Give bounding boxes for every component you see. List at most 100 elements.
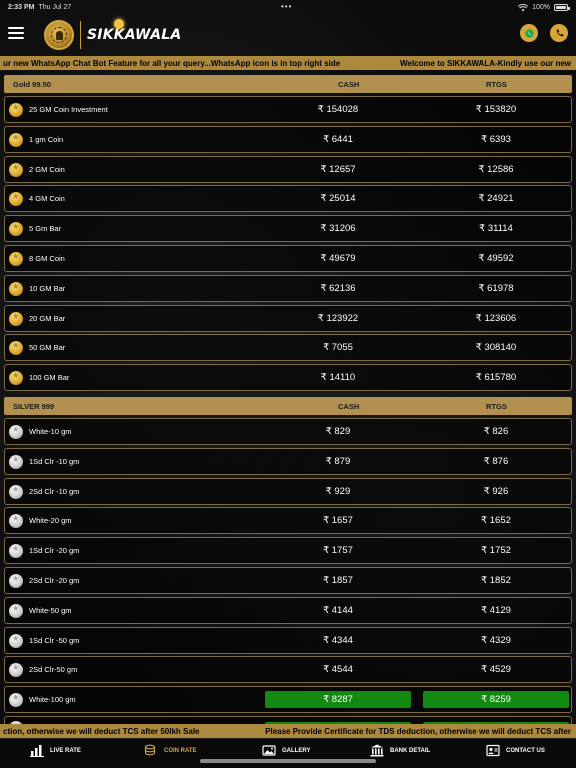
phone-icon[interactable]: [550, 24, 568, 42]
tab-coin-rate[interactable]: COIN RATE: [144, 744, 197, 757]
cash-price: ₹ 123922: [317, 312, 359, 324]
rate-list-item[interactable]: White-10 gm ₹ 829 ₹ 826: [4, 418, 572, 445]
cash-price: ₹ 25014: [320, 193, 356, 205]
item-name: 1Sd Clr -10 gm: [29, 456, 80, 466]
rate-list-item[interactable]: 100 GM Bar ₹ 14110 ₹ 615780: [4, 364, 572, 392]
item-name: 10 GM Bar: [29, 283, 66, 293]
cash-price: ₹ 8287: [265, 691, 411, 709]
tab-gallery-label: GALLERY: [282, 747, 311, 754]
tab-contact-us[interactable]: CONTACT US: [486, 744, 545, 757]
item-name: 1Sd Clr -50 gm: [29, 635, 80, 645]
gold-section-header: Gold 99.50 CASH RTGS: [4, 75, 572, 93]
cash-price: ₹ 929: [325, 485, 351, 497]
cash-price: ₹ 829: [325, 426, 351, 437]
gold-coin-icon: [9, 132, 23, 147]
rate-list-item[interactable]: White-50 gm ₹ 4144 ₹ 4129: [4, 596, 572, 624]
item-name: 1 gm Coin: [29, 134, 64, 144]
multitask-dots-icon: •••: [281, 2, 293, 11]
item-name: 50 GM Bar: [29, 343, 66, 353]
rate-list-item[interactable]: 1Sd Clr -20 gm ₹ 1757 ₹ 1752: [4, 537, 572, 565]
item-name: White-20 gm: [29, 516, 72, 526]
bank-icon: [370, 744, 384, 757]
rate-list-item[interactable]: White-20 gm ₹ 1657 ₹ 1652: [4, 507, 572, 535]
rtgs-price: ₹ 123606: [475, 312, 517, 324]
brand-name: SIKKAWALA: [87, 19, 181, 43]
gold-coin-icon: [9, 162, 23, 177]
item-name: 1Sd Clr -20 gm: [29, 546, 80, 556]
bottom-tab-bar: LIVE RATE COIN RATE GALLERY BANK DETAIL …: [0, 738, 576, 768]
logo-divider: [80, 21, 81, 49]
item-name: 2Sd Clr -10 gm: [29, 486, 80, 496]
announcement-ticker-top: ur new WhatsApp Chat Bot Feature for all…: [0, 56, 576, 70]
item-name: White-50 gm: [29, 605, 72, 615]
tab-coin-rate-label: COIN RATE: [164, 747, 197, 754]
ticker-bottom-text-left: ction, otherwise we will deduct TCS afte…: [3, 726, 200, 736]
cash-price: ₹ 7055: [323, 342, 353, 354]
image-icon: [262, 745, 276, 756]
silver-coin-icon: [9, 425, 23, 439]
rate-list-item[interactable]: 2 GM Coin ₹ 12657 ₹ 12586: [4, 155, 572, 183]
rate-list-item[interactable]: 25 GM Coin Investment ₹ 154028 ₹ 153820: [4, 96, 572, 123]
rate-list-item[interactable]: 1Sd Clr -10 gm ₹ 879 ₹ 876: [4, 447, 572, 475]
gold-coin-icon: [9, 371, 23, 386]
cash-price: ₹ 154028: [317, 104, 359, 115]
tab-bank-detail[interactable]: BANK DETAIL: [370, 744, 430, 757]
gold-rtgs-column-label: RTGS: [486, 80, 507, 89]
silver-coin-icon: [9, 574, 23, 588]
rtgs-price: ₹ 926: [483, 485, 509, 497]
cash-price: ₹ 12657: [320, 163, 356, 175]
brand-logo: SIKKAWALA: [44, 18, 181, 52]
cash-price: ₹ 14110: [320, 372, 356, 384]
rate-list-item[interactable]: 2Sd Clr -20 gm ₹ 1857 ₹ 1852: [4, 567, 572, 594]
gold-coin-icon: [9, 192, 23, 207]
gold-coin-icon: [9, 311, 23, 326]
cash-price: ₹ 1857: [323, 575, 353, 586]
rtgs-price: ₹ 153820: [475, 104, 517, 115]
tab-bank-detail-label: BANK DETAIL: [390, 747, 431, 754]
tab-live-rate[interactable]: LIVE RATE: [30, 744, 81, 757]
rate-list-item[interactable]: 2Sd Clr-50 gm ₹ 4544 ₹ 4529: [4, 656, 572, 684]
cash-price: ₹ 4144: [323, 604, 353, 616]
ticker-bottom-text-right: Please Provide Certificate for TDS deduc…: [265, 726, 571, 736]
cash-price: ₹ 879: [325, 455, 351, 467]
rtgs-price: ₹ 308140: [475, 342, 517, 354]
status-bar: 2:33 PM Thu Jul 27 ••• 100%: [0, 0, 576, 14]
silver-rtgs-column-label: RTGS: [486, 402, 507, 411]
silver-coin-icon: [9, 514, 23, 529]
rate-list-item[interactable]: 5 Gm Bar ₹ 31206 ₹ 31114: [4, 215, 572, 243]
whatsapp-icon[interactable]: [520, 24, 538, 42]
rate-list-item[interactable]: 20 GM Bar ₹ 123922 ₹ 123606: [4, 304, 572, 332]
contact-card-icon: [486, 744, 500, 757]
item-name: 25 GM Coin Investment: [29, 105, 108, 114]
rtgs-price: ₹ 8259: [423, 691, 569, 709]
rtgs-price: ₹ 1852: [481, 575, 511, 586]
tab-gallery[interactable]: GALLERY: [262, 744, 310, 757]
silver-coin-icon: [9, 693, 23, 708]
rtgs-price: ₹ 876: [483, 455, 509, 467]
rtgs-price: ₹ 61978: [478, 282, 514, 294]
rate-list-item[interactable]: 2Sd Clr -10 gm ₹ 929 ₹ 926: [4, 477, 572, 505]
rtgs-price: ₹ 1752: [481, 545, 511, 557]
bar-chart-icon: [30, 745, 44, 757]
hamburger-menu-icon[interactable]: [8, 27, 24, 41]
item-name: 4 GM Coin: [29, 194, 65, 204]
rtgs-price: ₹ 12586: [478, 163, 514, 175]
coin-stack-icon: [144, 744, 156, 756]
rate-list-item[interactable]: 4 GM Coin ₹ 25014 ₹ 24921: [4, 185, 572, 213]
gold-coin-icon: [9, 222, 23, 237]
rate-list-item[interactable]: 1 gm Coin ₹ 6441 ₹ 6393: [4, 125, 572, 153]
item-name: White-100 gm: [29, 695, 76, 705]
item-name: 100 GM Bar: [29, 373, 70, 383]
rate-list-item[interactable]: White-100 gm ₹ 8287 ₹ 8259: [4, 686, 572, 714]
cash-price: ₹ 1657: [323, 515, 353, 527]
gold-cash-column-label: CASH: [338, 80, 360, 89]
gold-coin-icon: [9, 281, 23, 296]
rate-list-item[interactable]: 1Sd Clr -50 gm ₹ 4344 ₹ 4329: [4, 626, 572, 654]
rtgs-price: ₹ 49592: [478, 253, 514, 264]
gold-coin-icon: [9, 341, 23, 356]
rate-list-item[interactable]: 10 GM Bar ₹ 62136 ₹ 61978: [4, 274, 572, 302]
rate-list-item[interactable]: 50 GM Bar ₹ 7055 ₹ 308140: [4, 334, 572, 362]
cash-price: ₹ 4544: [323, 664, 353, 676]
silver-coin-icon: [9, 663, 23, 678]
rate-list-item[interactable]: 8 GM Coin ₹ 49679 ₹ 49592: [4, 245, 572, 272]
